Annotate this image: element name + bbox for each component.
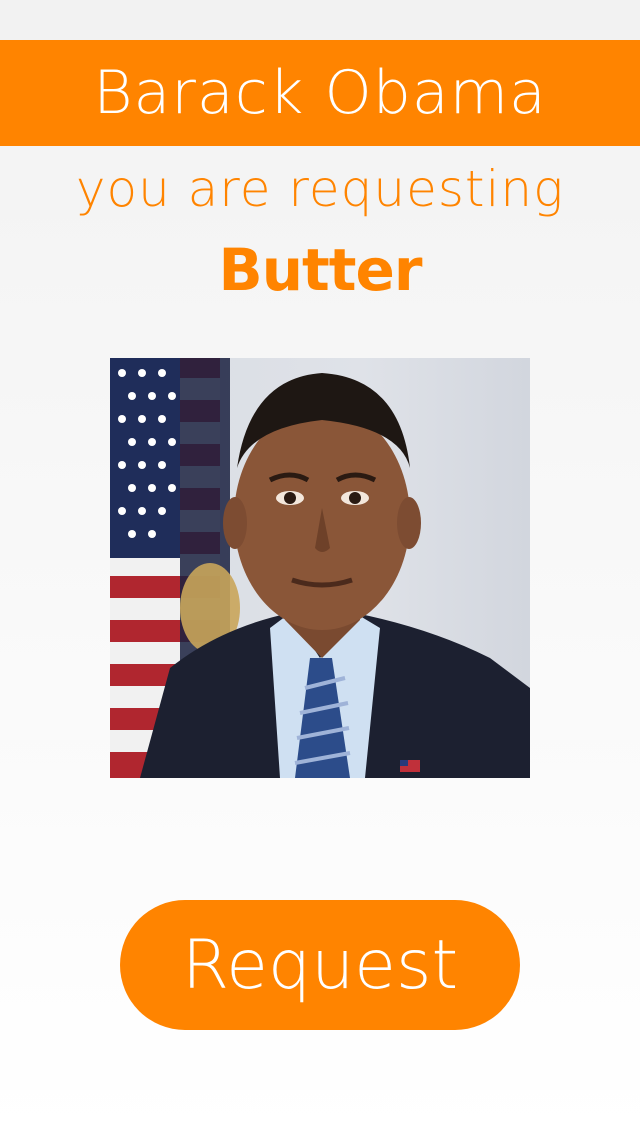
name-banner: Barack Obama xyxy=(0,40,640,146)
portrait-illustration xyxy=(110,358,530,778)
requesting-prompt: you are requesting xyxy=(75,160,565,218)
request-button-label: Request xyxy=(181,925,459,1005)
request-button[interactable]: Request xyxy=(120,900,520,1030)
recipient-name: Barack Obama xyxy=(93,58,547,128)
requested-item: Butter xyxy=(218,236,423,304)
profile-photo xyxy=(110,358,530,778)
